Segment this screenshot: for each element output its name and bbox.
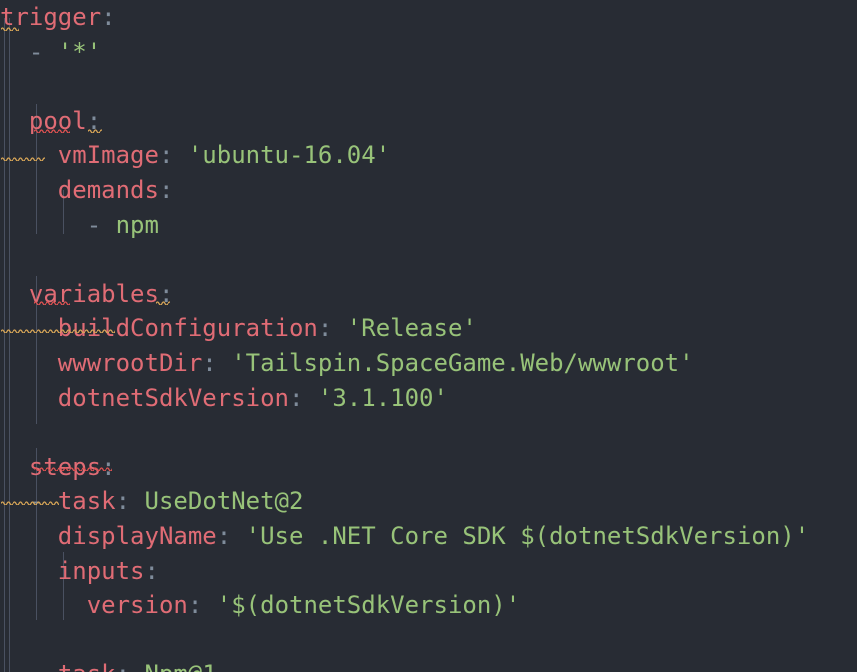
code-line[interactable] [0,242,857,277]
token-colon: : [187,591,203,620]
token-colon: : [317,314,333,343]
token-str: '*' [57,37,102,66]
code-line[interactable]: wwwrootDir: 'Tailspin.SpaceGame.Web/wwwr… [0,346,857,381]
token-key: displayName [57,521,217,550]
code-line[interactable] [0,69,857,104]
code-line[interactable]: demands: [0,173,857,208]
token-str: 'Use .NET Core SDK $(dotnetSdkVersion)' [245,521,810,550]
token-key: task [57,487,116,516]
token-str: 'Tailspin.SpaceGame.Web/wwwroot' [231,348,694,377]
token-key: demands [57,175,159,204]
token-str: '$(dotnetSdkVersion)' [216,591,521,620]
token-dash: - [28,37,58,66]
token-str: 'ubuntu-16.04' [187,141,391,170]
token-colon: : [101,3,116,31]
code-line[interactable]: dotnetSdkVersion: '3.1.100' [0,381,857,416]
token-str: '3.1.100' [317,383,448,412]
token-colon: : [216,521,232,550]
token-str: Npm@1 [145,660,217,672]
code-line[interactable]: displayName: 'Use .NET Core SDK $(dotnet… [0,519,857,554]
token-key: task [58,660,116,672]
token-colon: : [202,348,217,377]
code-line[interactable]: pool: [0,104,857,139]
code-line[interactable]: - '*' [0,35,857,70]
token-key: buildConfiguration [57,314,318,343]
token-key: variables [28,279,159,308]
token-key: wwwrootDir [57,348,203,377]
token-dash: - [28,487,58,516]
code-line[interactable]: - npm [0,208,857,243]
code-line[interactable]: version: '$(dotnetSdkVersion)' [0,588,857,623]
code-line[interactable]: - task: UseDotNet@2 [0,484,857,519]
token-dash: - [86,210,116,239]
token-colon: : [144,556,159,585]
code-content[interactable]: trigger: - '*' pool: vmImage: 'ubuntu-16… [0,0,857,672]
token-colon: : [158,141,174,170]
token-key: version [86,591,188,620]
code-line[interactable]: vmImage: 'ubuntu-16.04' [0,138,857,173]
token-str: 'Release' [346,314,477,343]
code-line[interactable]: - task: Npm@1 [0,657,857,672]
token-key: vmImage [57,141,159,170]
token-key: trigger [0,3,102,31]
code-line[interactable] [0,415,857,450]
code-line[interactable]: inputs: [0,554,857,589]
token-dash: - [29,660,58,672]
token-colon: : [116,660,130,672]
code-line[interactable] [0,623,857,658]
code-line[interactable]: steps: [0,450,857,485]
token-str: UseDotNet@2 [144,487,304,516]
code-line[interactable]: variables: [0,277,857,312]
token-colon: : [158,175,174,204]
token-colon: : [288,383,304,412]
token-colon: : [115,487,131,516]
token-colon: : [86,106,102,135]
code-line[interactable]: trigger: [0,0,857,35]
token-colon: : [101,452,116,481]
token-key: dotnetSdkVersion [57,383,289,412]
token-key: inputs [57,556,145,585]
token-str: npm [115,210,159,239]
token-colon: : [158,279,174,308]
token-key: steps [28,452,102,481]
code-line[interactable]: buildConfiguration: 'Release' [0,311,857,346]
token-key: pool [28,106,87,135]
code-editor[interactable]: trigger: - '*' pool: vmImage: 'ubuntu-16… [0,0,857,672]
